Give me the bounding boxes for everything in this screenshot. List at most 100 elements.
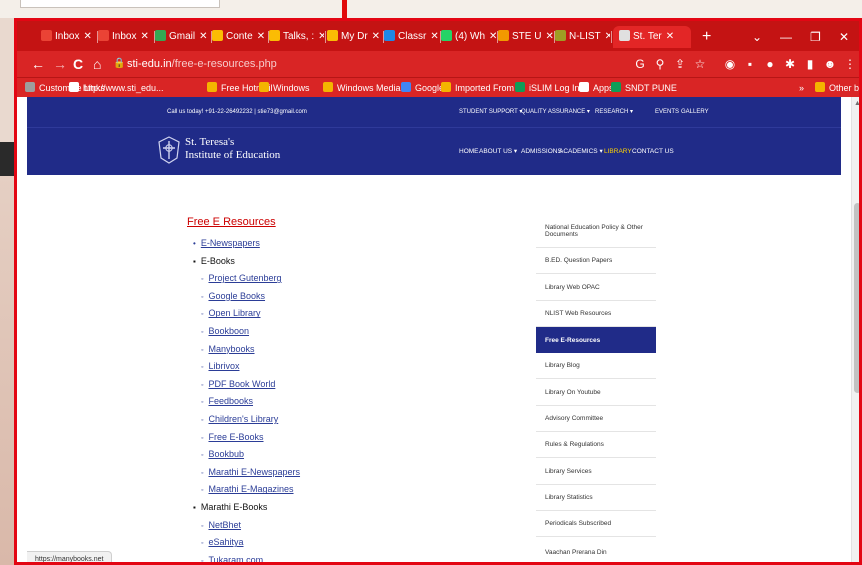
sidebar-item-library-web-opac[interactable]: Library Web OPAC bbox=[536, 274, 656, 301]
tab-close-icon[interactable]: ✕ bbox=[318, 31, 324, 42]
browser-tab-inbox[interactable]: Inbox ✕ bbox=[41, 26, 96, 48]
bookmarks-overflow-button[interactable]: » bbox=[799, 78, 804, 98]
tab-close-icon[interactable]: ✕ bbox=[257, 31, 265, 42]
topnav-gallery[interactable]: GALLERY bbox=[681, 97, 709, 127]
institute-emblem-icon[interactable] bbox=[157, 136, 181, 164]
sidebar-item-free-e-resources[interactable]: Free E-Resources bbox=[536, 327, 656, 353]
resource-link-e-newspapers[interactable]: E-Newspapers bbox=[201, 238, 260, 248]
tab-close-icon[interactable]: ✕ bbox=[140, 31, 148, 42]
google-lens-icon[interactable]: G bbox=[633, 57, 647, 71]
resource-link-free-e-books[interactable]: Free E-Books bbox=[208, 432, 263, 442]
sidebar-item-vaachan-prerana-din[interactable]: Vaachan Prerana Din bbox=[536, 537, 656, 562]
resource-link-google-books[interactable]: Google Books bbox=[208, 291, 265, 301]
resource-link-esahitya[interactable]: eSahitya bbox=[208, 537, 243, 547]
sidebar-item-library-statistics[interactable]: Library Statistics bbox=[536, 485, 656, 511]
browser-tab-n-list[interactable]: N-LIST ✕ bbox=[555, 26, 610, 48]
main-nav-about-us[interactable]: ABOUT US ▾ bbox=[479, 128, 517, 176]
browser-tab-my-dr[interactable]: My Dr ✕ bbox=[327, 26, 382, 48]
resource-link-bookboon[interactable]: Bookboon bbox=[208, 326, 249, 336]
resource-link-marathi-e-newspapers[interactable]: Marathi E-Newspapers bbox=[208, 467, 300, 477]
main-nav-library[interactable]: LIBRARY bbox=[604, 128, 632, 176]
bookmark-star-icon[interactable]: ☆ bbox=[693, 57, 707, 71]
resource-link-netbhet[interactable]: NetBhet bbox=[208, 520, 241, 530]
extension-icon[interactable]: ◉ bbox=[723, 57, 737, 71]
address-bar[interactable]: 🔒 sti-edu.in/free-e-resources.php bbox=[113, 54, 623, 74]
side-panel-icon[interactable]: ▮ bbox=[803, 57, 817, 71]
main-nav-contact-us[interactable]: CONTACT US bbox=[632, 128, 674, 176]
sidebar-item-rules-regulations[interactable]: Rules & Regulations bbox=[536, 432, 656, 458]
restore-button[interactable]: ❐ bbox=[810, 26, 821, 48]
sidebar-item-national-education-policy-other-documents[interactable]: National Education Policy & Other Docume… bbox=[536, 215, 656, 248]
sidebar-item-b-ed-question-papers[interactable]: B.ED. Question Papers bbox=[536, 248, 656, 274]
profile-avatar-icon[interactable]: ☻ bbox=[823, 57, 837, 71]
forward-button[interactable]: → bbox=[53, 54, 67, 74]
institute-logo[interactable]: St. Teresa's Institute of Education bbox=[185, 136, 280, 162]
home-button[interactable]: ⌂ bbox=[93, 54, 101, 74]
topnav-student-support[interactable]: STUDENT SUPPORT ▾ bbox=[459, 97, 522, 127]
sidebar-item-library-services[interactable]: Library Services bbox=[536, 458, 656, 485]
resource-link-manybooks[interactable]: Manybooks bbox=[208, 344, 254, 354]
tab-close-icon[interactable]: ✕ bbox=[489, 31, 496, 42]
scrollbar-thumb[interactable] bbox=[854, 203, 859, 393]
topnav-events[interactable]: EVENTS bbox=[655, 97, 679, 127]
extension-icon-3[interactable]: ● bbox=[763, 57, 777, 71]
scroll-up-arrow[interactable]: ▲ bbox=[853, 99, 859, 108]
other-bookmarks-folder[interactable]: Other bookmarks bbox=[815, 78, 859, 98]
tab-close-icon[interactable]: ✕ bbox=[666, 31, 674, 42]
resource-link-children-s-library[interactable]: Children's Library bbox=[208, 414, 278, 424]
minimize-button[interactable]: — bbox=[780, 26, 792, 48]
close-window-button[interactable]: ✕ bbox=[839, 26, 849, 48]
topnav-research[interactable]: RESEARCH ▾ bbox=[595, 97, 633, 127]
sidebar-item-library-on-youtube[interactable]: Library On Youtube bbox=[536, 379, 656, 406]
tab-search-chevron-icon[interactable]: ⌄ bbox=[752, 26, 762, 48]
zoom-icon[interactable]: ⚲ bbox=[653, 57, 667, 71]
resource-link-bookbub[interactable]: Bookbub bbox=[208, 449, 244, 459]
sidebar-item-advisory-committee[interactable]: Advisory Committee bbox=[536, 406, 656, 432]
sidebar-item-library-blog[interactable]: Library Blog bbox=[536, 353, 656, 379]
main-nav-academics[interactable]: ACADEMICS ▾ bbox=[559, 128, 603, 176]
bookmark-windows-media[interactable]: Windows Media bbox=[323, 78, 401, 98]
address-url[interactable]: sti-edu.in/free-e-resources.php bbox=[127, 54, 277, 74]
bookmark-http-www-sti-edu[interactable]: http://www.sti_edu... bbox=[69, 78, 164, 98]
browser-tab-st-ter[interactable]: St. Ter ✕ bbox=[613, 26, 691, 48]
page-scrollbar[interactable]: ▲ bbox=[851, 97, 859, 562]
extensions-puzzle-icon[interactable]: ✱ bbox=[783, 57, 797, 71]
tab-close-icon[interactable]: ✕ bbox=[83, 31, 91, 42]
resource-link-marathi-e-magazines[interactable]: Marathi E-Magazines bbox=[208, 484, 293, 494]
menu-kebab-icon[interactable]: ⋮ bbox=[843, 57, 857, 71]
browser-tab-gmail[interactable]: Gmail ✕ bbox=[155, 26, 210, 48]
browser-tab-4-wh[interactable]: (4) Wh ✕ bbox=[441, 26, 496, 48]
topnav-quality-assurance[interactable]: QUALITY ASSURANCE ▾ bbox=[521, 97, 590, 127]
browser-tab-classr[interactable]: Classr ✕ bbox=[384, 26, 439, 48]
tab-close-icon[interactable]: ✕ bbox=[605, 31, 610, 42]
browser-tab-talks[interactable]: Talks, :✕ bbox=[269, 26, 324, 48]
tab-close-icon[interactable]: ✕ bbox=[430, 31, 438, 42]
sidebar-item-nlist-web-resources[interactable]: NLIST Web Resources bbox=[536, 301, 656, 327]
bookmark-google[interactable]: Google bbox=[401, 78, 444, 98]
extension-icon-2[interactable]: ▪ bbox=[743, 57, 757, 71]
bookmark-apps[interactable]: Apps bbox=[579, 78, 614, 98]
browser-tab-inbox[interactable]: Inbox ✕ bbox=[98, 26, 153, 48]
new-tab-button[interactable]: + bbox=[702, 26, 711, 48]
reload-button[interactable]: C bbox=[73, 54, 83, 74]
browser-tab-conte[interactable]: Conte ✕ bbox=[212, 26, 267, 48]
tab-close-icon[interactable]: ✕ bbox=[545, 31, 553, 42]
resource-link-open-library[interactable]: Open Library bbox=[208, 308, 260, 318]
bookmark-sndt-pune[interactable]: SNDT PUNE bbox=[611, 78, 677, 98]
bookmark-windows[interactable]: Windows bbox=[259, 78, 310, 98]
resource-link-librivox[interactable]: Librivox bbox=[208, 361, 239, 371]
resource-link-pdf-book-world[interactable]: PDF Book World bbox=[208, 379, 275, 389]
sidebar-item-periodicals-subscribed[interactable]: Periodicals Subscribed bbox=[536, 511, 656, 537]
resource-link-feedbooks[interactable]: Feedbooks bbox=[208, 396, 253, 406]
browser-tab-ste-u[interactable]: STE U✕ bbox=[498, 26, 553, 48]
share-icon[interactable]: ⇪ bbox=[673, 57, 687, 71]
main-nav-home[interactable]: HOME bbox=[459, 128, 479, 176]
tab-close-icon[interactable]: ✕ bbox=[199, 31, 207, 42]
resource-link-tukaram-com[interactable]: Tukaram.com bbox=[208, 555, 263, 562]
resource-link-project-gutenberg[interactable]: Project Gutenberg bbox=[208, 273, 281, 283]
tab-close-icon[interactable]: ✕ bbox=[372, 31, 380, 42]
bookmark-islim-log-in[interactable]: iSLIM Log In bbox=[515, 78, 580, 98]
back-button[interactable]: ← bbox=[31, 54, 45, 74]
bookmark-imported-from-ie[interactable]: Imported From IE bbox=[441, 78, 525, 98]
main-nav-admissions[interactable]: ADMISSIONS bbox=[521, 128, 562, 176]
